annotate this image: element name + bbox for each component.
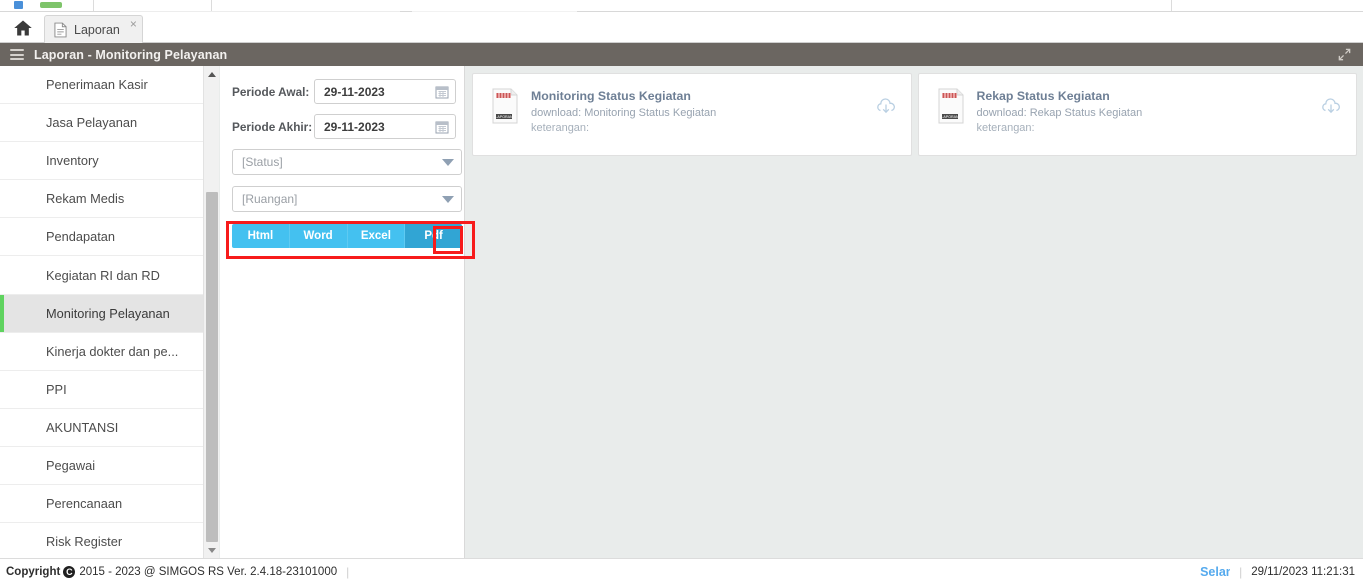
datetime-label: 29/11/2023 11:21:31 [1251, 566, 1355, 578]
sidebar-item-kinerja-dokter[interactable]: Kinerja dokter dan pe... [0, 332, 203, 371]
sidebar-item-label: Jasa Pelayanan [46, 115, 138, 131]
periode-akhir-input[interactable]: 29-11-2023 [314, 114, 456, 139]
footer-right: Selamat | 29/11/2023 11:21:31 [1200, 565, 1355, 579]
status-select[interactable]: [Status] [232, 149, 462, 175]
sidebar-item-label: Kinerja dokter dan pe... [46, 343, 179, 359]
calendar-icon[interactable] [435, 120, 449, 134]
sidebar-item-label: PPI [46, 381, 67, 397]
periode-awal-value: 29-11-2023 [324, 84, 385, 99]
document-icon [54, 22, 67, 38]
sidebar-item-label: AKUNTANSI [46, 419, 119, 435]
report-card-rekap-status-kegiatan[interactable]: LAPORAN Rekap Status Kegiatan download: … [917, 73, 1357, 156]
sidebar-item-label: Monitoring Pelayanan [46, 305, 170, 321]
sidebar-item-label: Perencanaan [46, 496, 123, 512]
periode-akhir-label: Periode Akhir: [232, 119, 313, 134]
sidebar-scrollbar[interactable] [203, 66, 219, 558]
tab-laporan[interactable]: Laporan × [44, 15, 143, 43]
sidebar-item-label: Inventory [46, 153, 99, 169]
periode-akhir-value: 29-11-2023 [324, 119, 385, 134]
sidebar-item-akuntansi[interactable]: AKUNTANSI [0, 408, 203, 447]
report-card-title: Rekap Status Kegiatan [976, 89, 1110, 103]
filter-panel: Periode Awal: 29-11-2023 Periode Akhir: … [220, 66, 465, 558]
sidebar-item-ppi[interactable]: PPI [0, 370, 203, 409]
periode-akhir-row: Periode Akhir: 29-11-2023 [232, 114, 464, 139]
close-icon[interactable]: × [130, 18, 137, 30]
copyright-icon: C [63, 566, 76, 578]
report-cards-area: LAPORAN Monitoring Status Kegiatan downl… [466, 66, 1363, 558]
ruangan-select[interactable]: [Ruangan] [232, 186, 462, 212]
footer-left: Copyright C 2015 - 2023 @ SIMGOS RS Ver.… [6, 565, 358, 579]
scrollbar-thumb[interactable] [206, 192, 218, 542]
svg-text:LAPORAN: LAPORAN [941, 115, 959, 119]
svg-text:LAPORAN: LAPORAN [495, 115, 513, 119]
periode-awal-input[interactable]: 29-11-2023 [314, 79, 456, 104]
export-excel-button[interactable]: Excel [347, 224, 406, 248]
app-tab-bar: Laporan × [0, 12, 1363, 43]
browser-chrome-sliver [0, 0, 1363, 13]
sidebar-item-inventory[interactable]: Inventory [0, 142, 203, 181]
chevron-down-icon[interactable] [442, 196, 454, 203]
sidebar-menu: Penerimaan Kasir Jasa Pelayanan Inventor… [0, 66, 203, 558]
sidebar-item-kegiatan-ri-dan-rd[interactable]: Kegiatan RI dan RD [0, 256, 203, 295]
home-icon[interactable] [12, 18, 34, 38]
cloud-download-icon[interactable] [875, 96, 897, 118]
sidebar-item-risk-register[interactable]: Risk Register [0, 523, 203, 558]
calendar-icon[interactable] [435, 85, 449, 99]
hamburger-icon[interactable] [10, 49, 24, 60]
version-label: 2015 - 2023 @ SIMGOS RS Ver. 2.4.18-2310… [79, 566, 338, 578]
expand-arrows-icon[interactable] [1337, 47, 1352, 62]
footer-separator: | [346, 565, 350, 579]
status-select-value: [Status] [242, 155, 283, 169]
chrome-cell-right [212, 0, 1172, 11]
sidebar-item-label: Pegawai [46, 457, 96, 473]
sidebar-item-label: Rekam Medis [46, 191, 125, 207]
report-card-text: Monitoring Status Kegiatan download: Mon… [531, 88, 716, 155]
tab-label: Laporan [74, 22, 120, 37]
cloud-download-icon[interactable] [1320, 96, 1342, 118]
chevron-down-icon[interactable] [442, 159, 454, 166]
export-button-group: Html Word Excel Pdf [232, 224, 462, 248]
browser-icon-green [40, 2, 62, 8]
sidebar-item-monitoring-pelayanan[interactable]: Monitoring Pelayanan [0, 294, 203, 333]
report-card-download-label: download: Rekap Status Kegiatan [976, 107, 1143, 119]
report-card-title: Monitoring Status Kegiatan [531, 89, 691, 103]
sidebar-item-rekam-medis[interactable]: Rekam Medis [0, 180, 203, 219]
report-card-download-label: download: Monitoring Status Kegiatan [531, 107, 717, 119]
caret-up-icon[interactable] [204, 66, 220, 82]
sidebar-item-label: Penerimaan Kasir [46, 77, 148, 93]
export-html-button[interactable]: Html [232, 224, 290, 248]
periode-awal-row: Periode Awal: 29-11-2023 [232, 79, 464, 104]
footer-separator: | [1239, 565, 1243, 579]
footer-bar: Copyright C 2015 - 2023 @ SIMGOS RS Ver.… [0, 558, 1363, 585]
periode-awal-label: Periode Awal: [232, 84, 310, 99]
window-title-bar: Laporan - Monitoring Pelayanan [0, 43, 1363, 66]
sidebar-item-label: Kegiatan RI dan RD [46, 267, 160, 283]
report-card-keterangan-label: keterangan: [976, 122, 1035, 134]
copyright-label: Copyright [6, 566, 61, 578]
main-body: Penerimaan Kasir Jasa Pelayanan Inventor… [0, 66, 1363, 558]
export-pdf-button[interactable]: Pdf [405, 224, 462, 248]
report-file-icon: LAPORAN [937, 88, 965, 124]
sidebar-item-penerimaan-kasir[interactable]: Penerimaan Kasir [0, 66, 203, 105]
sidebar-item-label: Risk Register [46, 534, 123, 550]
sidebar-item-perencanaan[interactable]: Perencanaan [0, 485, 203, 524]
chrome-cell-mid [94, 0, 212, 11]
export-word-button[interactable]: Word [289, 224, 348, 248]
greeting-label: Selamat [1200, 565, 1230, 579]
report-file-icon: LAPORAN [491, 88, 519, 124]
caret-down-icon[interactable] [204, 542, 220, 558]
sidebar-item-pendapatan[interactable]: Pendapatan [0, 218, 203, 257]
ruangan-select-value: [Ruangan] [242, 192, 298, 206]
browser-icon-blue [14, 1, 23, 9]
page-title: Laporan - Monitoring Pelayanan [34, 47, 228, 62]
report-card-monitoring-status-kegiatan[interactable]: LAPORAN Monitoring Status Kegiatan downl… [472, 73, 912, 156]
sidebar-item-pegawai[interactable]: Pegawai [0, 446, 203, 486]
report-card-text: Rekap Status Kegiatan download: Rekap St… [977, 88, 1143, 155]
report-card-keterangan-label: keterangan: [531, 122, 590, 134]
sidebar-item-label: Pendapatan [46, 229, 116, 245]
sidebar-item-jasa-pelayanan[interactable]: Jasa Pelayanan [0, 104, 203, 143]
